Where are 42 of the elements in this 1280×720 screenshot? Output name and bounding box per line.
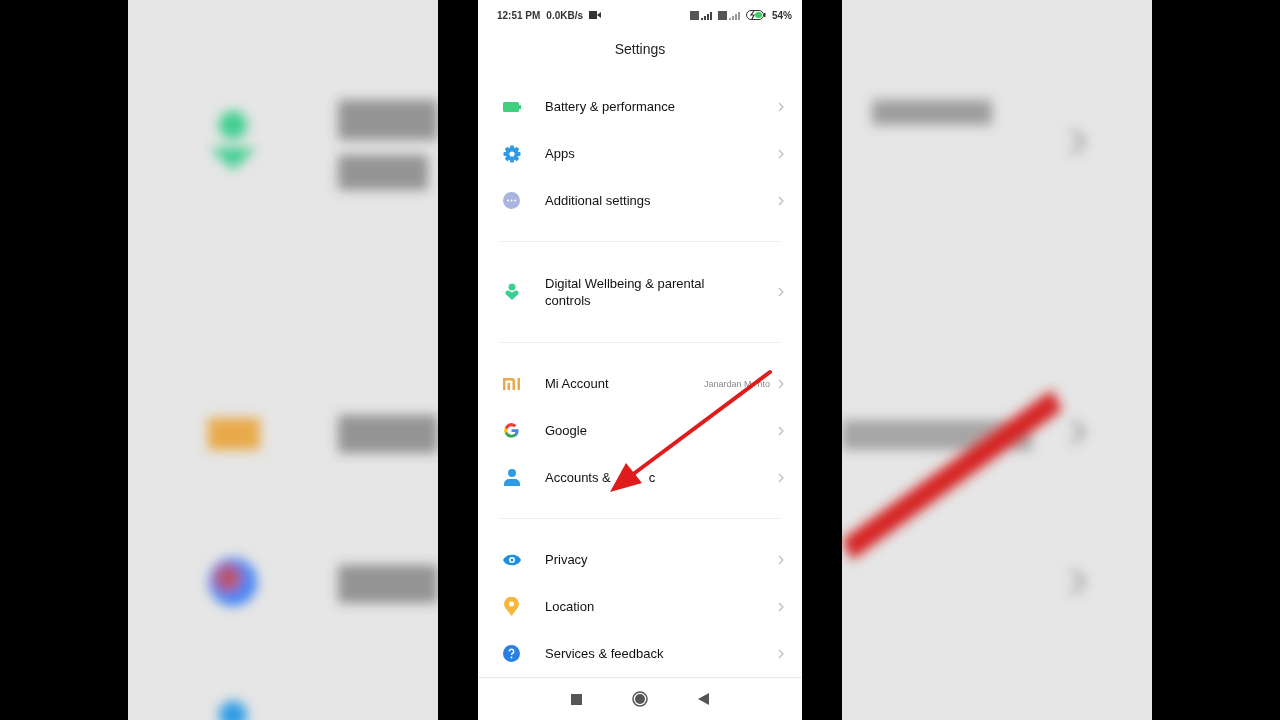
chevron-icon	[778, 601, 784, 612]
settings-item[interactable]: Additional settings	[478, 177, 802, 224]
battery-charging-icon	[746, 10, 766, 20]
chevron-icon	[778, 554, 784, 565]
eye-icon	[502, 553, 521, 566]
chevron-icon	[778, 148, 784, 159]
video-camera-icon	[589, 11, 602, 19]
person-icon	[503, 469, 520, 486]
settings-item[interactable]: Google	[478, 407, 802, 454]
google-icon	[503, 422, 520, 439]
chevron-icon	[778, 472, 784, 483]
back-button[interactable]	[698, 693, 709, 705]
network-speed: 0.0KB/s	[546, 9, 584, 21]
settings-item[interactable]: Services & feedback	[478, 630, 802, 677]
recents-button[interactable]	[571, 693, 582, 705]
settings-item[interactable]: Accounts & c	[478, 454, 802, 501]
heart-person-icon	[504, 283, 519, 301]
signal-icon	[690, 10, 712, 20]
battery-icon	[502, 101, 521, 112]
settings-item[interactable]: Battery & performance	[478, 83, 802, 130]
chevron-icon	[778, 648, 784, 659]
item-label: Accounts &	[545, 470, 611, 485]
battery-percent: 54%	[772, 9, 792, 21]
chevron-icon	[778, 287, 784, 297]
settings-item[interactable]: Privacy	[478, 536, 802, 583]
location-pin-icon	[504, 597, 519, 616]
chevron-icon	[778, 195, 784, 206]
gear-icon	[502, 144, 521, 163]
settings-item[interactable]: Apps	[478, 130, 802, 177]
settings-item[interactable]: Digital Wellbeing & parental controls	[478, 259, 802, 325]
status-time: 12:51 PM	[497, 9, 541, 21]
chevron-icon	[778, 425, 784, 436]
settings-item[interactable]: Location	[478, 583, 802, 630]
chevron-icon	[778, 378, 784, 389]
help-icon	[503, 645, 520, 662]
more-icon	[503, 192, 520, 209]
mi-logo-icon	[502, 377, 521, 390]
chevron-icon	[778, 101, 784, 112]
signal-icon	[718, 10, 740, 20]
screen-title: Settings	[614, 41, 666, 57]
item-label-fragment: c	[648, 470, 656, 485]
home-button[interactable]	[632, 691, 648, 707]
